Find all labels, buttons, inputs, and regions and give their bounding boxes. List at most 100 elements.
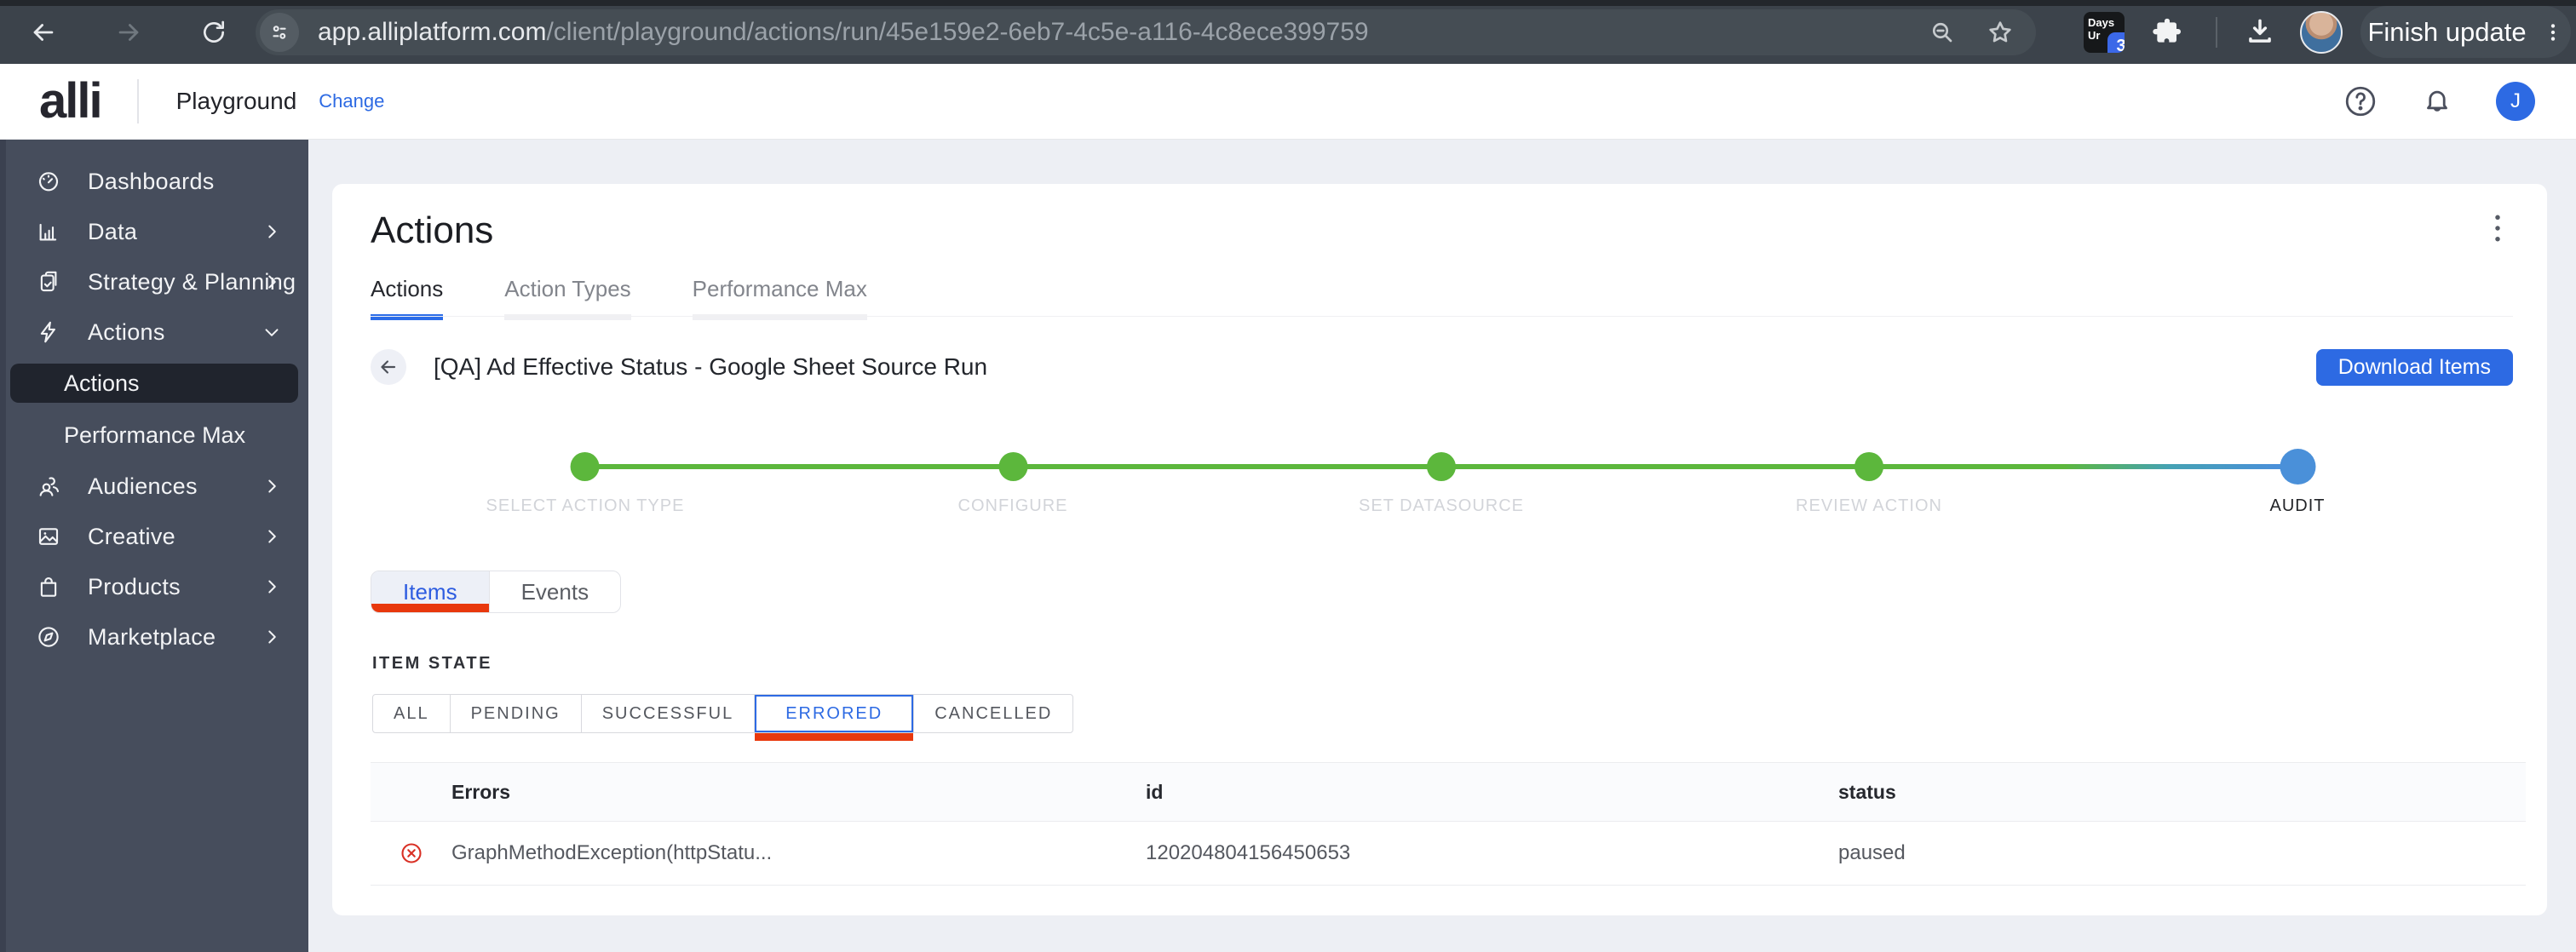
puzzle-icon — [2153, 18, 2181, 43]
stepper-track — [585, 464, 1872, 469]
chevron-right-icon — [261, 271, 283, 293]
days-until-extension-button[interactable]: Days Ur 3 — [2084, 12, 2125, 53]
filter-pending[interactable]: PENDING — [449, 695, 581, 732]
workspace-name: Playground — [175, 88, 297, 114]
cell-id: 120204804156450653 — [1146, 841, 1351, 864]
step-dot-done[interactable] — [570, 452, 600, 481]
compass-icon — [36, 624, 61, 650]
error-cell-icon — [371, 841, 451, 865]
app-header: alli Playground Change J — [0, 64, 2576, 140]
tune-icon — [273, 26, 286, 39]
chevron-down-icon — [261, 321, 283, 343]
active-tab-indicator — [371, 604, 489, 612]
filter-errored[interactable]: ERRORED — [754, 695, 914, 741]
filter-successful[interactable]: SUCCESSFUL — [580, 695, 754, 732]
items-events-tabs: Items Events — [371, 571, 622, 613]
table-header-row: Errors id status — [371, 762, 2526, 822]
sidebar-item-strategy-planning[interactable]: Strategy & Planning — [0, 263, 308, 301]
column-header-errors: Errors — [451, 780, 511, 803]
lightning-icon — [36, 319, 61, 345]
step-audit: AUDIT — [2270, 449, 2326, 516]
step-dot-done[interactable] — [1854, 452, 1883, 481]
main-content: Actions Actions Action Types Performance… — [308, 140, 2576, 952]
filter-all[interactable]: ALL — [373, 695, 450, 732]
filter-cancelled[interactable]: CANCELLED — [913, 695, 1072, 732]
table-row[interactable]: GraphMethodException(httpStatu... 120204… — [371, 822, 2526, 886]
back-arrow-icon — [381, 360, 396, 374]
extension-badge: 3 — [2107, 32, 2125, 53]
step-review-action: REVIEW ACTION — [1796, 452, 1942, 516]
extension-label: Days — [2088, 16, 2115, 29]
window-top-edge — [0, 0, 2576, 6]
cell-error-message: GraphMethodException(httpStatu... — [451, 841, 773, 864]
finish-update-button[interactable]: Finish update — [2360, 6, 2571, 58]
tab-performance-max[interactable]: Performance Max — [692, 276, 867, 320]
main-tabs: Actions Action Types Performance Max — [371, 276, 929, 320]
error-circle-icon — [400, 843, 422, 863]
browser-back-button[interactable] — [26, 14, 61, 50]
url-text: app.alliplatform.com/client/playground/a… — [318, 18, 1929, 47]
header-divider — [136, 79, 139, 123]
zoom-out-icon[interactable] — [1929, 19, 1956, 46]
extensions-button[interactable] — [2150, 15, 2184, 49]
bar-chart-icon — [36, 219, 61, 244]
sidebar-item-marketplace[interactable]: Marketplace — [0, 618, 308, 656]
browser-forward-button[interactable] — [111, 14, 147, 50]
browser-chrome: app.alliplatform.com/client/playground/a… — [0, 0, 2576, 64]
download-icon — [2249, 19, 2271, 43]
sidebar-item-audiences[interactable]: Audiences — [0, 467, 308, 505]
downloads-button[interactable] — [2244, 15, 2276, 48]
chevron-right-icon — [261, 626, 283, 648]
sidebar-item-data[interactable]: Data — [0, 213, 308, 250]
item-state-filter-group: ALL PENDING SUCCESSFUL ERRORED CANCELLED — [372, 694, 1074, 741]
tabs-underline — [371, 316, 2513, 317]
step-select-action-type: SELECT ACTION TYPE — [486, 452, 685, 516]
sidebar-nav: Dashboards Data Strategy & Planning Acti… — [0, 140, 308, 952]
step-configure: CONFIGURE — [958, 452, 1068, 516]
star-icon[interactable] — [1987, 19, 2014, 46]
change-workspace-link[interactable]: Change — [319, 90, 384, 112]
image-icon — [36, 524, 61, 549]
sidebar-item-products[interactable]: Products — [0, 568, 308, 605]
run-title: [QA] Ad Effective Status - Google Sheet … — [434, 353, 988, 380]
chevron-right-icon — [261, 475, 283, 497]
finish-update-label: Finish update — [2367, 16, 2527, 47]
sidebar-subitem-performance-max[interactable]: Performance Max — [10, 416, 298, 455]
site-settings-button[interactable] — [260, 13, 299, 52]
sidebar-item-creative[interactable]: Creative — [0, 518, 308, 555]
column-header-id: id — [1146, 780, 1164, 803]
sidebar-subitem-actions[interactable]: Actions — [10, 364, 298, 403]
chevron-right-icon — [261, 221, 283, 243]
clipboard-check-icon — [36, 269, 61, 295]
page-title: Actions — [371, 209, 494, 251]
sidebar-item-actions[interactable]: Actions — [0, 313, 308, 351]
browser-reload-button[interactable] — [196, 14, 232, 50]
step-dot-done[interactable] — [998, 452, 1027, 481]
forward-icon — [118, 24, 139, 41]
bell-icon[interactable] — [2419, 83, 2455, 119]
help-icon[interactable] — [2343, 83, 2378, 119]
shopping-bag-icon — [36, 574, 61, 599]
browser-profile-avatar[interactable] — [2300, 11, 2343, 54]
step-dot-current[interactable] — [2280, 449, 2315, 485]
download-items-button[interactable]: Download Items — [2315, 348, 2513, 386]
cell-status: paused — [1838, 841, 1906, 864]
tab-action-types[interactable]: Action Types — [504, 276, 631, 320]
chevron-right-icon — [261, 525, 283, 548]
reload-icon — [204, 20, 224, 43]
alli-logo: alli — [39, 73, 103, 129]
user-avatar[interactable]: J — [2496, 82, 2535, 121]
column-header-status: status — [1838, 780, 1896, 803]
url-bar[interactable]: app.alliplatform.com/client/playground/a… — [256, 9, 2036, 55]
url-path: /client/playground/actions/run/45e159e2-… — [546, 18, 1369, 46]
tab-events[interactable]: Events — [488, 571, 620, 612]
tab-items[interactable]: Items — [371, 571, 489, 612]
gauge-icon — [36, 169, 61, 194]
tab-actions[interactable]: Actions — [371, 276, 444, 320]
selected-filter-indicator — [755, 733, 914, 741]
card-menu-button[interactable] — [2479, 208, 2516, 249]
step-dot-done[interactable] — [1427, 452, 1456, 481]
sidebar-item-dashboards[interactable]: Dashboards — [0, 163, 308, 200]
kebab-icon[interactable] — [2542, 21, 2564, 43]
back-button[interactable] — [371, 349, 406, 385]
